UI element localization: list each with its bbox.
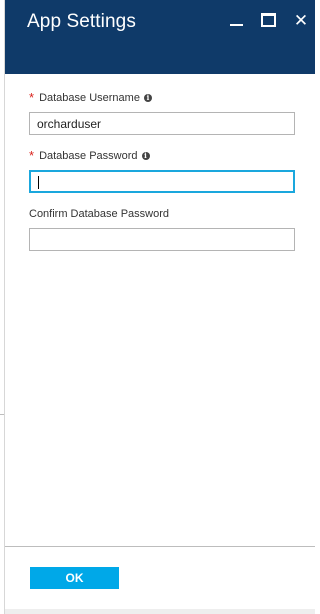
background-divider (0, 414, 4, 415)
confirm-database-password-field: Confirm Database Password (29, 207, 295, 251)
database-password-label-row: * Database Password i (29, 149, 295, 163)
blade-title: App Settings (27, 11, 136, 32)
maximize-icon (260, 13, 276, 27)
text-cursor (38, 176, 39, 189)
confirm-database-password-label: Confirm Database Password (29, 208, 170, 220)
app-settings-blade: App Settings ✕ * Database Username i * D… (5, 0, 315, 614)
database-username-label: Database Username (39, 92, 140, 104)
database-username-input[interactable] (29, 112, 295, 135)
blade-header: App Settings ✕ (5, 0, 315, 74)
info-icon[interactable]: i (143, 94, 152, 102)
minimize-icon (229, 24, 243, 26)
database-username-label-row: * Database Username i (29, 91, 295, 105)
info-icon[interactable]: i (141, 152, 150, 160)
maximize-button[interactable] (257, 9, 279, 31)
required-marker: * (29, 90, 35, 105)
required-marker: * (29, 148, 35, 163)
close-button[interactable]: ✕ (290, 9, 312, 31)
database-username-field: * Database Username i (29, 91, 295, 135)
confirm-database-password-input[interactable] (29, 228, 295, 251)
confirm-password-label-row: Confirm Database Password (29, 207, 295, 221)
database-password-label: Database Password (39, 150, 138, 162)
ok-button[interactable]: OK (30, 567, 119, 589)
footer-divider (5, 546, 315, 547)
close-icon: ✕ (293, 10, 309, 30)
minimize-button[interactable] (225, 9, 247, 31)
database-password-field: * Database Password i (29, 149, 295, 193)
bottom-strip (5, 609, 315, 614)
database-password-input[interactable] (29, 170, 295, 193)
